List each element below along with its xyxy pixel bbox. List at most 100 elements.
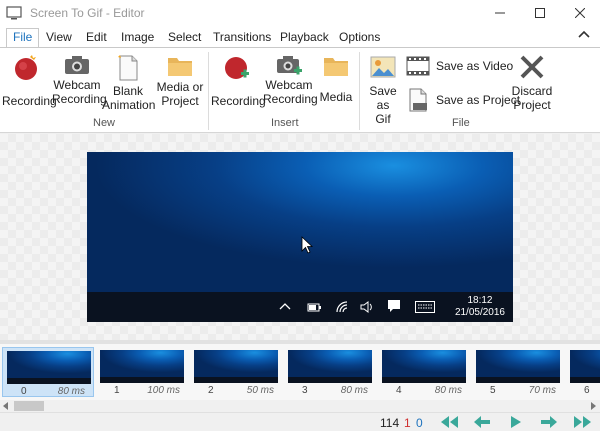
gif-image-icon	[370, 56, 396, 78]
last-frame-icon[interactable]	[572, 415, 592, 429]
record-icon	[15, 55, 37, 80]
tab-view[interactable]: View	[46, 29, 72, 47]
open-media-project-button[interactable]: Media or Project	[155, 54, 205, 108]
window-title: Screen To Gif - Editor	[30, 6, 145, 20]
minimize-button[interactable]	[480, 0, 520, 26]
close-button[interactable]	[560, 0, 600, 26]
next-frame-icon[interactable]	[540, 415, 558, 429]
new-webcam-recording-button[interactable]: Webcam Recording	[52, 54, 107, 106]
frame-thumbnail	[476, 350, 560, 383]
frame-item[interactable]: 4 80 ms	[378, 347, 470, 397]
selected-frames-count: 1	[404, 416, 411, 430]
maximize-button[interactable]	[520, 0, 560, 26]
frame-thumbnail	[570, 350, 600, 383]
tab-image[interactable]: Image	[121, 29, 154, 47]
frames-scrollbar[interactable]	[0, 400, 600, 412]
frame-item[interactable]: 0 80 ms	[2, 347, 94, 397]
scroll-left-icon	[3, 402, 8, 410]
current-frame-index: 0	[416, 416, 423, 430]
folder-insert-icon	[324, 58, 348, 76]
insert-media-button[interactable]: Media	[316, 54, 356, 104]
first-frame-icon[interactable]	[440, 415, 460, 429]
keyboard-icon	[415, 301, 435, 313]
group-separator	[359, 52, 360, 130]
frame-delay: 80 ms	[340, 385, 368, 396]
maximize-icon	[535, 8, 545, 18]
new-webcam-label-1: Webcam	[53, 78, 101, 92]
battery-icon	[307, 303, 321, 312]
frame-number: 6	[584, 385, 590, 396]
new-recording-button[interactable]: Recording	[2, 54, 57, 108]
frame-item[interactable]: 5 70 ms	[472, 347, 564, 397]
project-file-icon	[409, 88, 427, 112]
title-bar: Screen To Gif - Editor	[0, 0, 600, 26]
frame-delay: 70 ms	[528, 385, 556, 396]
frame-delay: 100 ms	[147, 385, 180, 396]
frame-number: 5	[490, 385, 496, 396]
discard-project-button[interactable]: Discard Project	[511, 54, 553, 112]
save-gif-label-1: Save as	[369, 84, 397, 112]
frame-item[interactable]: 6	[566, 347, 600, 397]
save-as-video-button[interactable]: Save as Video	[406, 56, 513, 76]
play-icon[interactable]	[510, 415, 522, 429]
frame-preview[interactable]: 18:12 21/05/2016	[87, 152, 513, 322]
tab-transitions[interactable]: Transitions	[213, 29, 271, 47]
save-project-label: Save as Project	[436, 93, 521, 107]
insert-media-label: Media	[319, 90, 353, 104]
blank-animation-button[interactable]: Blank Animation	[102, 54, 156, 112]
group-label-new: New	[93, 117, 116, 129]
insert-webcam-label-1: Webcam	[265, 78, 313, 92]
total-frames-count: 114	[380, 416, 400, 430]
blank-label-1: Blank	[112, 84, 144, 98]
frame-delay: 50 ms	[246, 385, 274, 396]
frame-item[interactable]: 1 100 ms	[96, 347, 188, 397]
volume-icon	[360, 301, 372, 313]
frame-item[interactable]: 3 80 ms	[284, 347, 376, 397]
insert-recording-button[interactable]: Recording	[211, 54, 266, 108]
scroll-right-button[interactable]	[588, 400, 600, 412]
insert-webcam-label-2: Recording	[263, 92, 318, 106]
previous-frame-icon[interactable]	[473, 415, 491, 429]
collapse-ribbon-icon[interactable]	[578, 30, 590, 38]
group-label-insert: Insert	[271, 117, 299, 129]
frame-number: 3	[302, 385, 308, 396]
frame-delay: 80 ms	[434, 385, 462, 396]
frame-thumbnail	[194, 350, 278, 383]
tab-options[interactable]: Options	[339, 29, 380, 47]
frame-item[interactable]: 2 50 ms	[190, 347, 282, 397]
tab-file[interactable]: File	[6, 28, 40, 48]
camera-icon	[65, 56, 89, 74]
tab-playback[interactable]: Playback	[280, 29, 329, 47]
minimize-icon	[495, 12, 505, 14]
menu-tabs: File View Edit Image Select Transitions …	[0, 26, 600, 48]
discard-label-2: Project	[513, 98, 551, 112]
blank-label-2: Animation	[102, 98, 156, 112]
insert-webcam-recording-button[interactable]: Webcam Recording	[263, 54, 318, 106]
save-video-label: Save as Video	[436, 59, 514, 73]
film-icon	[406, 56, 430, 76]
new-recording-label: Recording	[2, 94, 57, 108]
new-webcam-label-2: Recording	[52, 92, 107, 106]
frame-thumbnail	[7, 351, 91, 384]
scroll-right-icon	[591, 402, 596, 410]
frame-thumbnail	[382, 350, 466, 383]
camera-insert-icon	[277, 56, 302, 75]
preview-date: 21/05/2016	[454, 307, 505, 318]
frame-delay: 80 ms	[57, 386, 85, 397]
tab-edit[interactable]: Edit	[86, 29, 107, 47]
frame-thumbnail	[288, 350, 372, 383]
ribbon: Recording Webcam Recording Blank Animati…	[0, 47, 600, 133]
wifi-icon	[336, 301, 348, 313]
group-label-file: File	[452, 117, 470, 129]
save-as-gif-button[interactable]: Save as Gif	[362, 54, 404, 126]
frame-number: 2	[208, 385, 214, 396]
insert-recording-label: Recording	[211, 94, 266, 108]
scroll-left-button[interactable]	[0, 400, 12, 412]
discard-x-icon	[520, 55, 544, 79]
record-insert-icon	[225, 57, 249, 79]
scrollbar-thumb[interactable]	[14, 401, 44, 411]
app-icon	[6, 6, 22, 20]
tab-select[interactable]: Select	[168, 29, 201, 47]
save-as-project-button[interactable]: Save as Project	[406, 88, 520, 112]
editor-canvas: 18:12 21/05/2016	[0, 134, 600, 340]
